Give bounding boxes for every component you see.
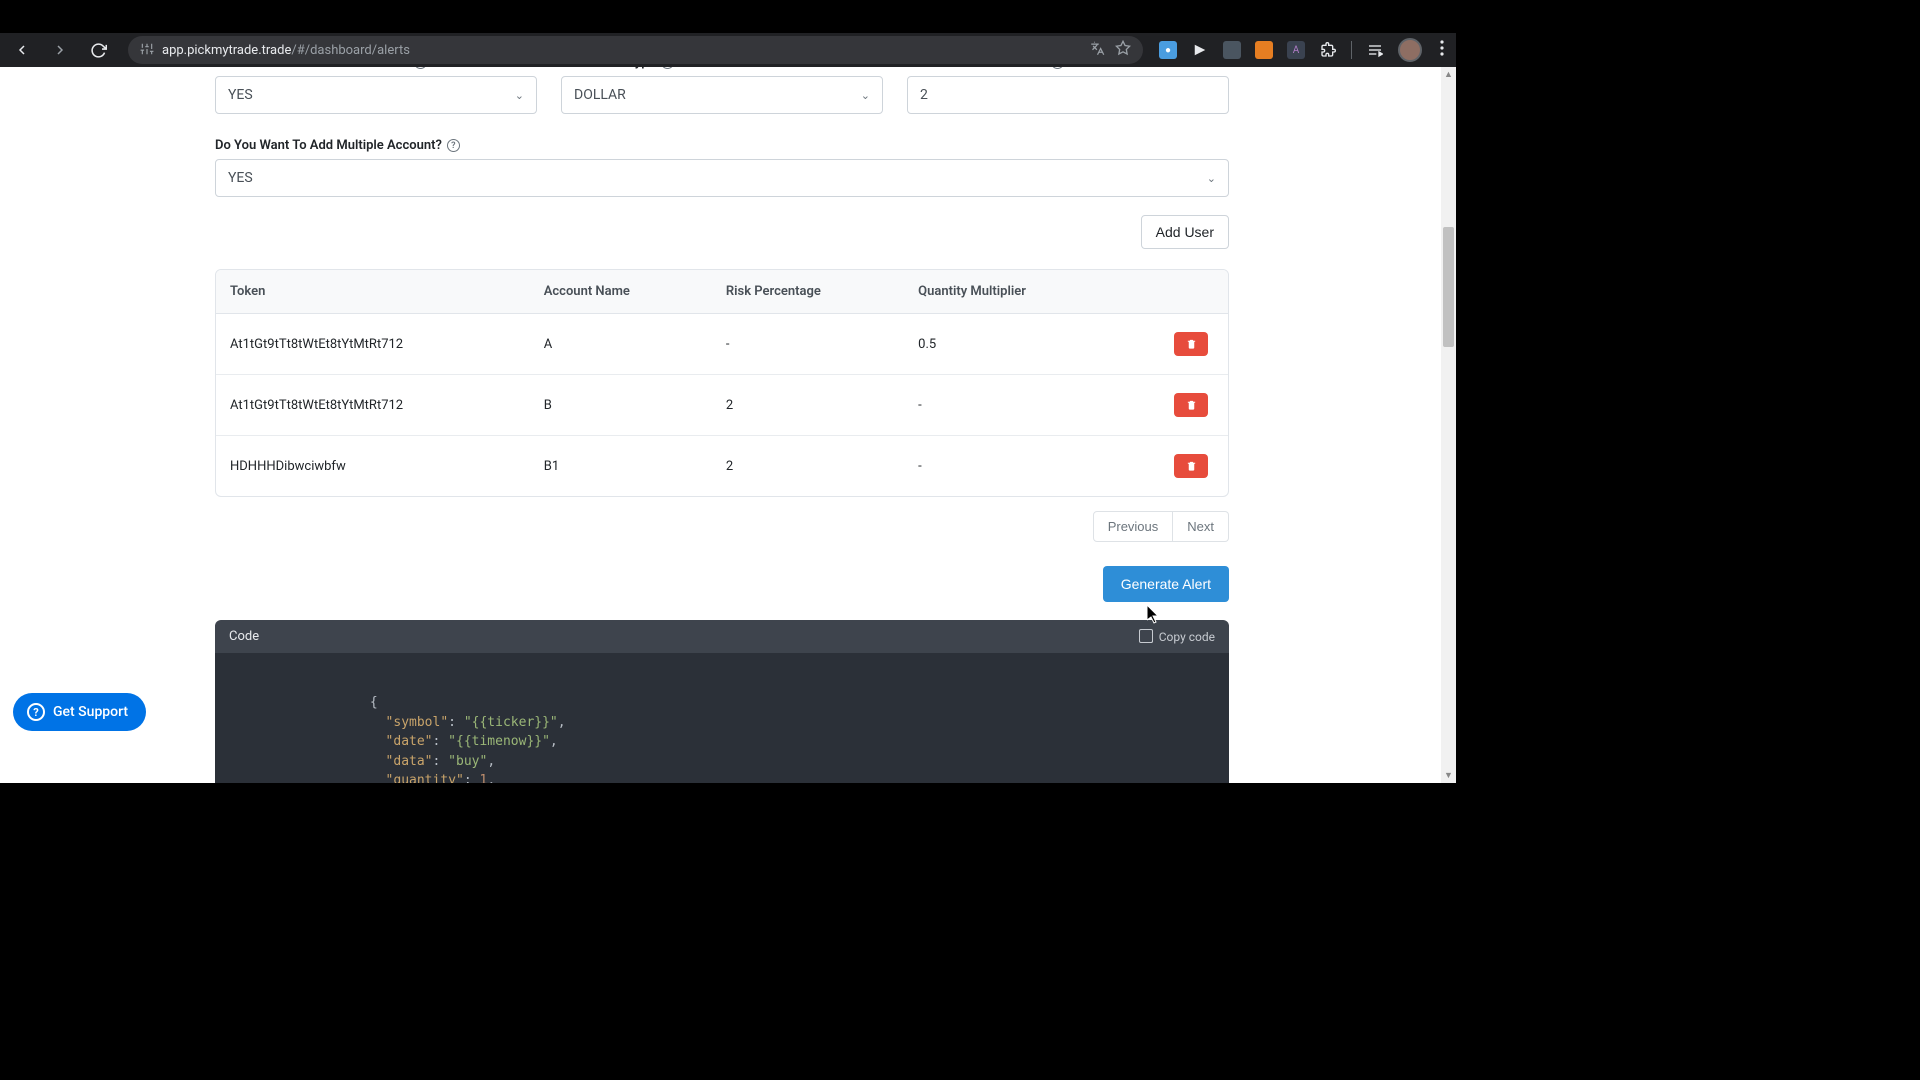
table-row: HDHHHDibwciwbfwB12-: [216, 436, 1228, 497]
copy-code-button[interactable]: Copy code: [1141, 630, 1215, 644]
tp-usd-label: Enter Take Profit In USD ?: [907, 67, 1229, 70]
letterbox-bottom: [0, 783, 1456, 816]
extension-icon[interactable]: [1191, 41, 1209, 59]
bookmark-star-icon[interactable]: [1115, 40, 1131, 60]
extension-icon[interactable]: A: [1287, 41, 1305, 59]
cell-qty: -: [904, 375, 1127, 436]
cell-account: B: [530, 375, 712, 436]
cell-account: A: [530, 314, 712, 375]
translate-icon[interactable]: [1090, 41, 1105, 60]
chevron-down-icon: ⌄: [515, 89, 524, 102]
scroll-up-icon[interactable]: ▲: [1441, 67, 1456, 82]
cell-risk: 2: [712, 375, 904, 436]
help-icon[interactable]: ?: [447, 139, 460, 152]
multi-account-label: Do You Want To Add Multiple Account? ?: [215, 138, 1229, 153]
cell-risk: 2: [712, 436, 904, 497]
help-icon[interactable]: ?: [661, 67, 674, 69]
site-settings-icon[interactable]: [140, 41, 154, 60]
previous-button[interactable]: Previous: [1093, 511, 1174, 542]
letterbox-top: [0, 0, 1456, 33]
pagination: Previous Next: [215, 511, 1229, 542]
tp-type-label: Take Profit Type ?: [561, 67, 883, 70]
forward-button[interactable]: [46, 36, 74, 64]
page-viewport: Do You Want Take Profit As Well? ? YES ⌄…: [0, 67, 1456, 783]
table-row: At1tGt9tTt8tWtEt8tYtMtRt712B2-: [216, 375, 1228, 436]
code-block: Code Copy code { "symbol": "{{ticker}}",…: [215, 620, 1229, 783]
accounts-table: Token Account Name Risk Percentage Quant…: [215, 269, 1229, 497]
extensions-area: ● A: [1159, 38, 1448, 62]
cell-token: At1tGt9tTt8tWtEt8tYtMtRt712: [216, 375, 530, 436]
col-qty: Quantity Multiplier: [904, 270, 1127, 314]
help-icon[interactable]: ?: [414, 67, 427, 69]
help-icon[interactable]: ?: [1051, 67, 1064, 69]
get-support-button[interactable]: ? Get Support: [13, 693, 146, 731]
support-icon: ?: [27, 703, 45, 721]
col-risk: Risk Percentage: [712, 270, 904, 314]
chevron-down-icon: ⌄: [861, 89, 870, 102]
generate-alert-button[interactable]: Generate Alert: [1103, 566, 1229, 602]
url-text: app.pickmytrade.trade/#/dashboard/alerts: [162, 43, 410, 58]
scroll-thumb[interactable]: [1443, 227, 1454, 347]
code-title: Code: [229, 629, 259, 644]
profile-avatar[interactable]: [1398, 38, 1422, 62]
scroll-down-icon[interactable]: ▼: [1441, 768, 1456, 783]
chevron-down-icon: ⌄: [1207, 172, 1216, 185]
browser-toolbar: app.pickmytrade.trade/#/dashboard/alerts…: [0, 33, 1456, 67]
take-profit-label: Do You Want Take Profit As Well? ?: [215, 67, 537, 70]
col-token: Token: [216, 270, 530, 314]
delete-button[interactable]: [1174, 332, 1208, 356]
scrollbar[interactable]: ▲ ▼: [1441, 67, 1456, 783]
table-row: At1tGt9tTt8tWtEt8tYtMtRt712A-0.5: [216, 314, 1228, 375]
take-profit-select[interactable]: YES ⌄: [215, 76, 537, 114]
code-content[interactable]: { "symbol": "{{ticker}}", "date": "{{tim…: [215, 653, 1229, 783]
cell-token: HDHHHDibwciwbfw: [216, 436, 530, 497]
address-bar[interactable]: app.pickmytrade.trade/#/dashboard/alerts: [128, 36, 1143, 64]
back-button[interactable]: [8, 36, 36, 64]
next-button[interactable]: Next: [1173, 511, 1229, 542]
delete-button[interactable]: [1174, 454, 1208, 478]
cell-account: B1: [530, 436, 712, 497]
copy-icon: [1141, 631, 1153, 643]
cell-qty: 0.5: [904, 314, 1127, 375]
reading-list-icon[interactable]: [1366, 41, 1384, 59]
add-user-button[interactable]: Add User: [1141, 215, 1229, 249]
cell-token: At1tGt9tTt8tWtEt8tYtMtRt712: [216, 314, 530, 375]
cell-risk: -: [712, 314, 904, 375]
multi-account-select[interactable]: YES ⌄: [215, 159, 1229, 197]
tp-type-select[interactable]: DOLLAR ⌄: [561, 76, 883, 114]
cell-qty: -: [904, 436, 1127, 497]
extension-icon[interactable]: [1223, 41, 1241, 59]
col-account: Account Name: [530, 270, 712, 314]
extensions-puzzle-icon[interactable]: [1319, 41, 1337, 59]
extension-icon[interactable]: ●: [1159, 41, 1177, 59]
browser-menu-icon[interactable]: [1436, 40, 1448, 60]
delete-button[interactable]: [1174, 393, 1208, 417]
reload-button[interactable]: [84, 36, 112, 64]
tp-usd-input[interactable]: 2: [907, 76, 1229, 114]
extension-icon[interactable]: [1255, 41, 1273, 59]
